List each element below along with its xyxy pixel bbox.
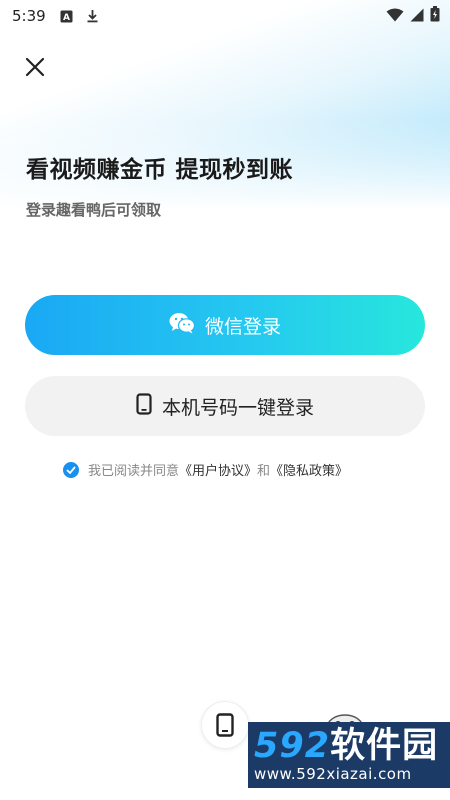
svg-text:A: A: [63, 13, 70, 23]
agreement-checkbox[interactable]: [63, 461, 79, 478]
close-button[interactable]: [22, 54, 48, 80]
watermark-logo: 592软件园 www.592xiazai.com: [248, 722, 450, 788]
other-phone-login-button[interactable]: [201, 701, 249, 749]
watermark-text: 软件园: [330, 726, 439, 766]
privacy-policy-link[interactable]: 《隐私政策》: [270, 460, 348, 479]
phone-icon: [136, 392, 152, 420]
agreement-prefix: 我已阅读并同意: [88, 464, 180, 479]
phone-login-button[interactable]: 本机号码一键登录: [25, 376, 425, 436]
wechat-login-button[interactable]: 微信登录: [25, 295, 425, 355]
phone-login-label: 本机号码一键登录: [161, 396, 314, 419]
battery-icon: [430, 6, 440, 26]
close-icon: [25, 57, 45, 77]
signal-icon: [410, 7, 424, 26]
agreement-row: 我已阅读并同意 《用户协议》 和 《隐私政策》: [63, 460, 348, 479]
wechat-login-label: 微信登录: [204, 315, 281, 338]
phone-icon: [216, 713, 234, 737]
watermark-url: www.592xiazai.com: [254, 765, 412, 783]
download-icon: [86, 9, 100, 23]
checkmark-icon: [66, 465, 76, 474]
wechat-icon: [169, 312, 196, 339]
watermark-number: 592: [254, 726, 331, 766]
a-box-icon: A: [60, 9, 74, 23]
status-time: 5:39: [12, 7, 46, 25]
page-subtitle: 登录趣看鸭后可领取: [26, 201, 162, 219]
status-bar: 5:39 A: [0, 0, 450, 32]
user-agreement-link[interactable]: 《用户协议》: [179, 460, 257, 479]
page-title: 看视频赚金币 提现秒到账: [26, 157, 294, 183]
agreement-and: 和: [257, 464, 271, 479]
wifi-icon: [386, 7, 404, 26]
